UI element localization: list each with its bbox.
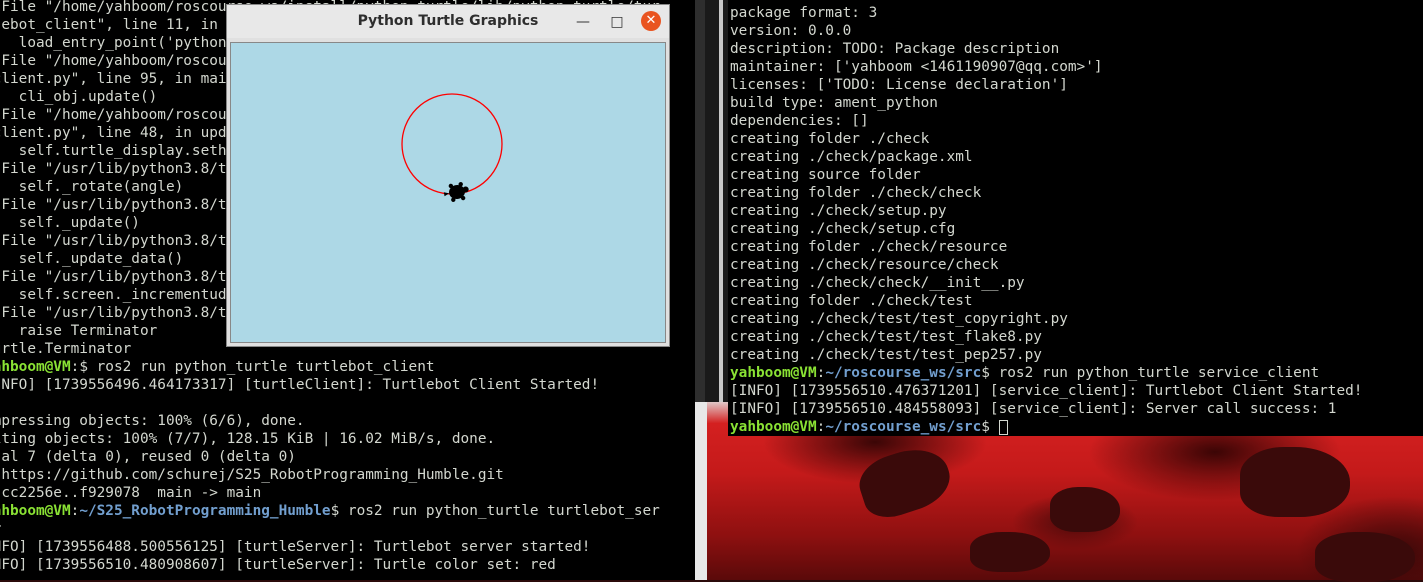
prompt-command: ros2 run python_turtle turtlebot_ser xyxy=(339,503,660,519)
terminal-line: dependencies: [] xyxy=(730,113,869,129)
terminal-line: creating folder ./check/resource xyxy=(730,239,1008,255)
prompt-separator: : xyxy=(816,419,826,435)
terminal-line: creating ./check/setup.cfg xyxy=(730,221,956,237)
wallpaper-rock xyxy=(852,439,958,525)
terminal-line: licenses: ['TODO: License declaration'] xyxy=(730,77,1068,93)
prompt-path: ~/S25_RobotProgramming_Humble xyxy=(79,503,331,519)
turtle-canvas[interactable] xyxy=(230,42,666,343)
terminal-line: creating ./check/setup.py xyxy=(730,203,947,219)
terminal-line: yahboom@VM:~/roscourse_ws/src$ xyxy=(730,418,1423,436)
circle-path xyxy=(401,93,503,195)
terminal-line: creating folder ./check/check xyxy=(730,185,982,201)
terminal-line: INFO] [1739556510.480908607] [turtleServ… xyxy=(0,557,556,573)
terminal-line: cc2256e..f929078 main -> main xyxy=(0,485,262,501)
wallpaper-rock xyxy=(1240,447,1350,517)
minimize-icon[interactable]: — xyxy=(574,13,592,31)
terminal-line: creating ./check/test/test_copyright.py xyxy=(730,311,1068,327)
turtle-graphics-window[interactable]: Python Turtle Graphics — □ ✕ xyxy=(227,5,669,346)
terminal-line: creating folder ./check xyxy=(730,131,930,147)
prompt-command: ros2 run python_turtle service_client xyxy=(989,365,1320,381)
terminal-line: creating ./check/resource/check xyxy=(730,257,999,273)
wallpaper-rock xyxy=(970,532,1050,572)
terminal-right[interactable]: package format: 3 version: 0.0.0 descripti… xyxy=(728,0,1423,436)
prompt-command: ros2 run python_turtle turtlebot_client xyxy=(87,359,435,375)
terminal-line: build type: ament_python xyxy=(730,95,938,111)
terminal-line: otal 7 (delta 0), reused 0 (delta 0) xyxy=(0,449,296,465)
terminal-line: yahboom@VM:~/roscourse_ws/src$ ros2 run … xyxy=(730,364,1423,382)
terminal-line: package format: 3 xyxy=(730,5,878,21)
terminal-line: creating ./check/check/__init__.py xyxy=(730,275,1025,291)
terminal-line: [INFO] [1739556510.476371201] [service_c… xyxy=(730,383,1363,399)
terminal-line: o https://github.com/schurej/S25_RobotPr… xyxy=(0,467,504,483)
window-title: Python Turtle Graphics xyxy=(357,13,539,29)
turtle-drawing xyxy=(401,93,503,202)
terminal-cursor xyxy=(998,419,1008,435)
prompt-separator: : xyxy=(816,365,826,381)
desktop-edge xyxy=(695,402,707,580)
terminal-line: ompressing objects: 100% (6/6), done. xyxy=(0,413,305,429)
terminal-scrollbar[interactable] xyxy=(719,0,723,402)
terminal-line: riting objects: 100% (7/7), 128.15 KiB |… xyxy=(0,431,496,447)
prompt-separator: : xyxy=(70,359,80,375)
wallpaper-rock xyxy=(1315,532,1415,582)
terminal-line: [INFO] [1739556510.484558093] [service_c… xyxy=(730,401,1337,417)
terminal-line: [INFO] [1739556496.464173317] [turtleCli… xyxy=(0,377,600,393)
wallpaper-rock xyxy=(1050,487,1120,532)
terminal-line: INFO] [1739556488.500556125] [turtleServ… xyxy=(0,539,591,555)
prompt-separator: : xyxy=(70,503,80,519)
prompt-user: yahboom@VM xyxy=(0,503,71,519)
terminal-line: description: TODO: Package description xyxy=(730,41,1060,57)
terminal-line: version: 0.0.0 xyxy=(730,23,852,39)
window-border xyxy=(705,0,728,402)
prompt-user: yahboom@VM xyxy=(730,419,817,435)
maximize-icon[interactable]: □ xyxy=(608,13,626,31)
terminal-line: er xyxy=(0,520,695,538)
terminal-line: yahboom@VM:~/S25_RobotProgramming_Humble… xyxy=(0,502,695,520)
terminal-line: maintainer: ['yahboom <1461190907@qq.com… xyxy=(730,59,1103,75)
terminal-line: creating source folder xyxy=(730,167,921,183)
prompt-symbol: $ xyxy=(981,365,990,381)
terminal-line: creating ./check/test/test_flake8.py xyxy=(730,329,1042,345)
terminal-line: creating folder ./check/test xyxy=(730,293,973,309)
prompt-symbol: $ xyxy=(79,359,88,375)
window-border xyxy=(695,0,705,402)
window-titlebar[interactable]: Python Turtle Graphics — □ ✕ xyxy=(227,5,669,38)
terminal-line: creating ./check/test/test_pep257.py xyxy=(730,347,1042,363)
terminal-output: package format: 3 version: 0.0.0 descripti… xyxy=(730,4,1423,436)
prompt-path: ~/roscourse_ws/src xyxy=(825,419,982,435)
terminal-line: yahboom@VM:$ ros2 run python_turtle turt… xyxy=(0,358,695,376)
prompt-user: yahboom@VM xyxy=(730,365,817,381)
prompt-command xyxy=(990,419,999,435)
turtle-icon xyxy=(443,182,469,202)
prompt-path: ~/roscourse_ws/src xyxy=(825,365,982,381)
prompt-user: yahboom@VM xyxy=(0,359,71,375)
prompt-symbol: $ xyxy=(981,419,990,435)
terminal-line: creating ./check/package.xml xyxy=(730,149,973,165)
close-icon[interactable]: ✕ xyxy=(641,11,661,31)
prompt-symbol: $ xyxy=(330,503,340,519)
